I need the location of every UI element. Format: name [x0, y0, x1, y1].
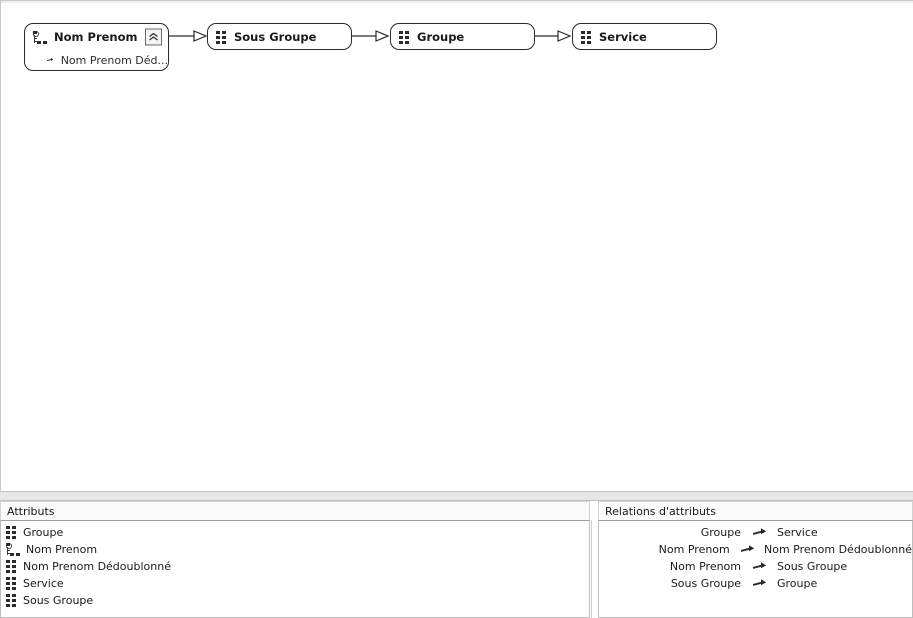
- list-item-label: Service: [23, 577, 64, 590]
- list-item-label: Nom Prenom Dédoublonné: [23, 560, 171, 573]
- list-item-label: Groupe: [23, 526, 64, 539]
- node-child-label: Nom Prenom Déd...: [60, 53, 168, 67]
- attribute-key-icon: [6, 543, 20, 556]
- attributs-panel-header: Attributs: [0, 501, 590, 520]
- graph-node-nom-prenom[interactable]: Nom Prenom Nom Prenom Déd...: [24, 23, 169, 71]
- connector-nom-prenom-to-sous-groupe: [169, 30, 208, 42]
- relation-target: Sous Groupe: [777, 560, 848, 573]
- relation-source: Nom Prenom: [658, 543, 730, 556]
- list-item[interactable]: Groupe: [1, 524, 589, 541]
- relation-source: Sous Groupe: [670, 577, 741, 590]
- table-row[interactable]: Groupe Service: [599, 524, 912, 541]
- list-item-label: Sous Groupe: [23, 594, 94, 607]
- relation-target: Nom Prenom Dédoublonné: [764, 543, 912, 556]
- attribute-key-icon: [33, 30, 47, 44]
- attribute-grid-icon: [6, 560, 17, 573]
- arrow-right-icon: [749, 578, 771, 589]
- arrow-right-glyph: [753, 562, 767, 569]
- list-item[interactable]: Service: [1, 575, 589, 592]
- graph-node-groupe[interactable]: Groupe: [390, 23, 535, 50]
- relation-source: Nom Prenom: [669, 560, 741, 573]
- attribute-grid-icon: [6, 577, 17, 590]
- list-item[interactable]: Nom Prenom: [1, 541, 589, 558]
- node-header[interactable]: Groupe: [391, 24, 534, 50]
- relation-target: Service: [777, 526, 818, 539]
- double-chevron-up-glyph: [149, 32, 158, 41]
- node-title: Service: [599, 30, 647, 44]
- graph-node-sous-groupe[interactable]: Sous Groupe: [207, 23, 352, 50]
- arrow-right-icon: [749, 527, 771, 538]
- node-title: Sous Groupe: [234, 30, 317, 44]
- attribute-grid-icon: [6, 526, 17, 539]
- arrow-right-icon: [47, 57, 54, 62]
- horizontal-splitter[interactable]: [0, 491, 913, 501]
- arrow-right-icon: [749, 561, 771, 572]
- bottom-panel-area: Attributs Groupe Nom Prenom Nom Prenom D…: [0, 501, 913, 618]
- table-row[interactable]: Sous Groupe Groupe: [599, 575, 912, 592]
- node-title: Groupe: [417, 30, 465, 44]
- list-item-label: Nom Prenom: [26, 543, 98, 556]
- graph-canvas[interactable]: Nom Prenom Nom Prenom Déd... Sous Groupe: [0, 0, 913, 491]
- vertical-splitter[interactable]: [590, 501, 598, 618]
- node-child-row[interactable]: Nom Prenom Déd...: [25, 50, 168, 70]
- node-header[interactable]: Service: [573, 24, 716, 50]
- node-header[interactable]: Nom Prenom: [25, 24, 168, 50]
- arrow-right-icon: [738, 544, 758, 555]
- arrow-right-glyph: [753, 579, 767, 586]
- connector-sous-groupe-to-groupe: [351, 30, 390, 42]
- relations-list[interactable]: Groupe Service Nom Prenom Nom Prenom Déd…: [598, 520, 913, 618]
- relations-panel: Relations d'attributs Groupe Service Nom…: [598, 501, 913, 618]
- list-item[interactable]: Nom Prenom Dédoublonné: [1, 558, 589, 575]
- attribute-grid-icon: [6, 594, 17, 607]
- table-row[interactable]: Nom Prenom Nom Prenom Dédoublonné: [599, 541, 912, 558]
- node-title: Nom Prenom: [54, 30, 138, 44]
- list-item[interactable]: Sous Groupe: [1, 592, 589, 609]
- node-header[interactable]: Sous Groupe: [208, 24, 351, 50]
- graph-node-service[interactable]: Service: [572, 23, 717, 50]
- table-row[interactable]: Nom Prenom Sous Groupe: [599, 558, 912, 575]
- connector-groupe-to-service: [533, 30, 572, 42]
- attribute-grid-icon: [216, 30, 227, 44]
- attributs-list[interactable]: Groupe Nom Prenom Nom Prenom Dédoublonné: [0, 520, 590, 618]
- attribute-grid-icon: [399, 30, 410, 44]
- attributs-panel: Attributs Groupe Nom Prenom Nom Prenom D…: [0, 501, 590, 618]
- double-chevron-up-icon[interactable]: [145, 28, 162, 46]
- arrow-right-glyph: [753, 528, 767, 535]
- arrow-right-glyph: [740, 545, 755, 552]
- attribute-grid-icon: [581, 30, 592, 44]
- relations-panel-header: Relations d'attributs: [598, 501, 913, 520]
- relation-target: Groupe: [777, 577, 818, 590]
- relation-source: Groupe: [700, 526, 741, 539]
